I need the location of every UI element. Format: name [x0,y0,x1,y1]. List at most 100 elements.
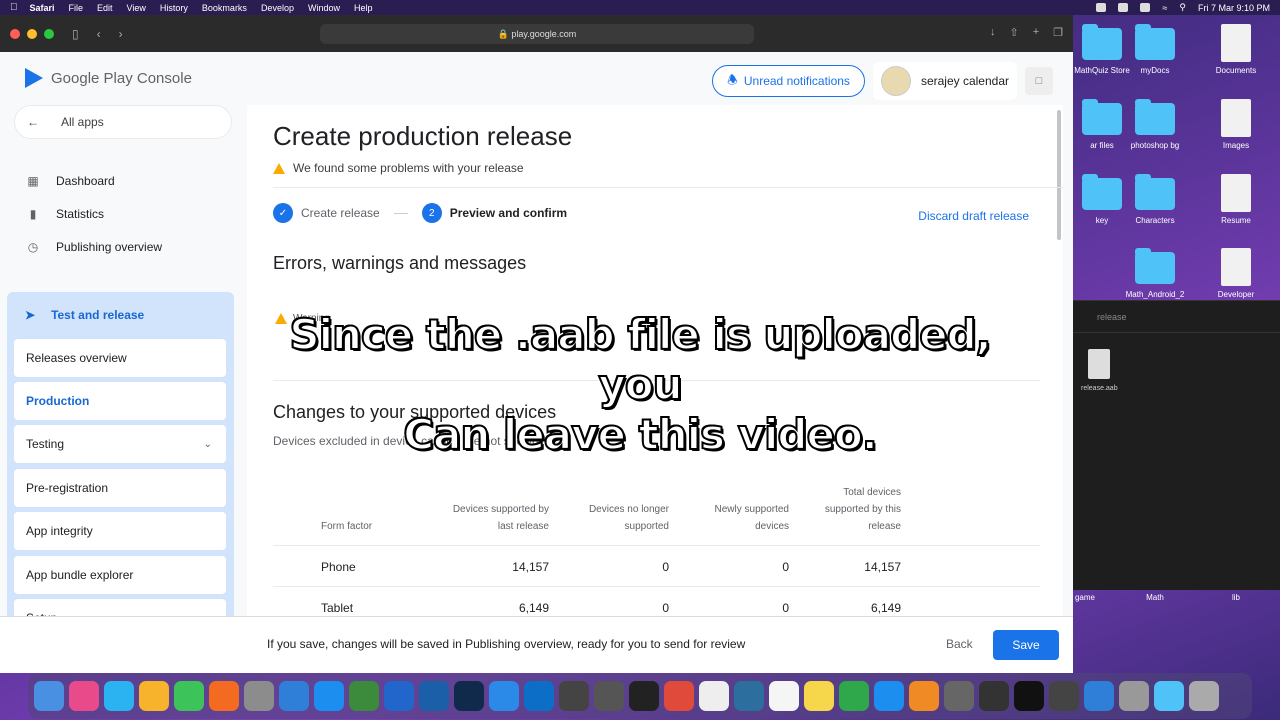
step-create-release[interactable]: Create release [301,206,380,220]
menu-window[interactable]: Window [308,3,340,13]
menu-view[interactable]: View [127,3,146,13]
xcode-app-icon[interactable] [279,681,309,711]
desktop-label-math[interactable]: Math [1115,593,1195,602]
battery-icon[interactable] [1140,3,1151,12]
sidebar-item-statistics[interactable]: ▮ Statistics [26,207,104,221]
spotlight-search-icon[interactable]: ⚲ [1179,2,1186,13]
vscode-app-icon[interactable] [524,681,554,711]
status-icon[interactable] [1118,3,1129,12]
finder-window[interactable]: release release.aab [1073,300,1280,590]
safari-tech-app-icon[interactable] [489,681,519,711]
trash-icon[interactable] [1189,681,1219,711]
screenshot-app-icon[interactable] [1119,681,1149,711]
desktop-icon-developer[interactable]: Developer [1196,248,1276,299]
unity-hub-app-icon[interactable] [594,681,624,711]
close-window-button[interactable] [10,28,20,39]
firefox-app-icon[interactable] [209,681,239,711]
bell-icon: 🕭 [727,72,738,87]
record-icon[interactable] [1096,3,1107,12]
desktop-icon-photoshop-bg[interactable]: photoshop bg [1115,99,1195,150]
sidebar-toggle-icon[interactable]: ▯ [72,27,79,41]
sidebar-item-dashboard[interactable]: ▦ Dashboard [26,174,114,188]
menu-bookmarks[interactable]: Bookmarks [202,3,247,13]
android-studio-app-icon[interactable] [349,681,379,711]
downloads-icon[interactable]: ↓ [990,26,996,39]
menu-history[interactable]: History [160,3,188,13]
finder-file[interactable]: release.aab [1081,349,1118,392]
system-settings-app-icon[interactable] [944,681,974,711]
desktop-icon-mydocs[interactable]: myDocs [1115,24,1195,75]
unity-app-icon[interactable] [559,681,589,711]
desktop-icon-resume[interactable]: Resume [1196,174,1276,225]
desktop-icon-math-android[interactable]: Math_Android_2 [1115,248,1195,299]
pen-app-icon[interactable] [1084,681,1114,711]
facetime-app-icon[interactable] [174,681,204,711]
preview-app-icon[interactable] [419,681,449,711]
apple-menu-icon[interactable]:  [10,2,18,13]
back-nav-icon[interactable]: ‹ [97,27,101,41]
menu-app-name[interactable]: Safari [30,3,55,13]
sidebar-item-pre-registration[interactable]: Pre-registration [14,469,226,507]
sidebar-item-test-and-release[interactable]: ➤ Test and release [25,308,144,322]
unity-3-app-icon[interactable] [1049,681,1079,711]
sidebar-item-publishing-overview[interactable]: ◷ Publishing overview [26,240,162,254]
menu-file[interactable]: File [69,3,84,13]
settings-app-icon[interactable] [244,681,274,711]
desktop-icon-images[interactable]: Images [1196,99,1276,150]
photos-app-icon[interactable] [139,681,169,711]
caption-line-2: Can leave this video. [402,409,879,460]
desktop-icon-characters[interactable]: Characters [1115,174,1195,225]
reminders-app-icon[interactable] [769,681,799,711]
word-app-icon[interactable] [384,681,414,711]
chrome-app-icon[interactable] [664,681,694,711]
launchpad-app-icon[interactable] [69,681,99,711]
menu-help[interactable]: Help [354,3,373,13]
quicktime-app-icon[interactable] [734,681,764,711]
back-button[interactable]: Back [946,637,973,651]
activity-monitor-app-icon[interactable] [839,681,869,711]
app-store-2-app-icon[interactable] [874,681,904,711]
save-button[interactable]: Save [993,630,1059,660]
app-store-app-icon[interactable] [314,681,344,711]
downloads-folder-icon[interactable] [1154,681,1184,711]
sidebar-item-releases-overview[interactable]: Releases overview [14,339,226,377]
help-icon[interactable]: □ [1025,67,1053,95]
desktop-label-lib[interactable]: lib [1196,593,1276,602]
menu-develop[interactable]: Develop [261,3,294,13]
sidebar-item-app-integrity[interactable]: App integrity [14,512,226,550]
pages-app-icon[interactable] [909,681,939,711]
desktop-icon-documents[interactable]: Documents [1196,24,1276,75]
discard-draft-button[interactable]: Discard draft release [918,209,1029,223]
finder-app-icon[interactable] [34,681,64,711]
page-title: Create production release [273,121,573,151]
zoom-window-button[interactable] [44,28,54,39]
automator-app-icon[interactable] [979,681,1009,711]
textedit-app-icon[interactable] [699,681,729,711]
notes-app-icon[interactable] [804,681,834,711]
wifi-icon[interactable]: ≈ [1162,3,1167,13]
forward-nav-icon[interactable]: › [119,27,123,41]
menu-edit[interactable]: Edit [97,3,113,13]
address-bar[interactable]: 🔒 play.google.com [320,24,754,44]
safari-app-icon[interactable] [104,681,134,711]
new-tab-icon[interactable]: + [1033,26,1039,39]
unread-notifications-button[interactable]: 🕭 Unread notifications [712,65,865,97]
sidebar-item-production[interactable]: Production [14,382,226,420]
document-icon [1221,248,1251,286]
minimize-window-button[interactable] [27,28,37,39]
tab-overview-icon[interactable]: ❐ [1053,26,1063,39]
vn-app-icon[interactable] [629,681,659,711]
video-caption: Since the .aab file is uploaded, you Can… [270,309,1010,460]
bar-chart-icon: ▮ [29,207,37,221]
menubar-clock[interactable]: Fri 7 Mar 9:10 PM [1198,3,1270,13]
sidebar-item-testing[interactable]: Testing ⌄ [14,425,226,463]
photoshop-app-icon[interactable] [454,681,484,711]
all-apps-button[interactable]: ← All apps [14,105,232,139]
folder-icon [1135,99,1175,135]
terminal-app-icon[interactable] [1014,681,1044,711]
account-switcher[interactable]: serajey calendar [872,62,1017,100]
sidebar-item-app-bundle-explorer[interactable]: App bundle explorer [14,556,226,594]
play-console-logo[interactable]: Google Play Console [25,68,192,88]
scrollbar[interactable] [1057,110,1061,240]
share-icon[interactable]: ⇧ [1009,26,1018,39]
